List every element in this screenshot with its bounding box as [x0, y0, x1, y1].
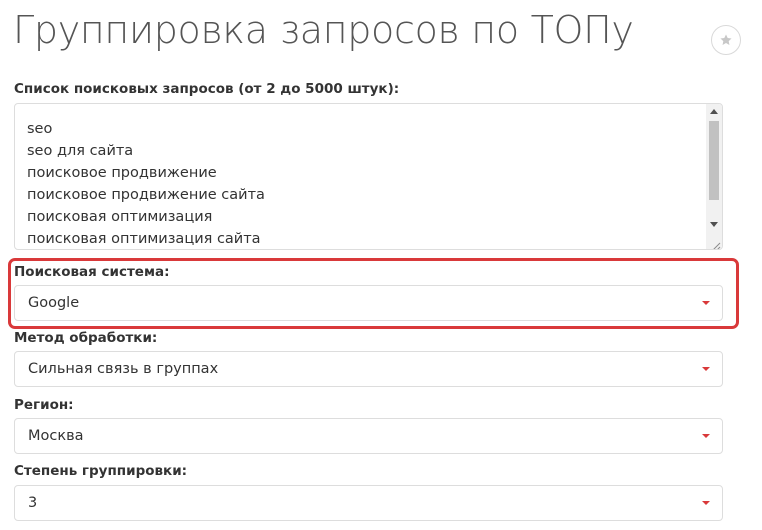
queries-textarea[interactable]: seo seo для сайта поисковое продвижение … [14, 103, 723, 250]
search-engine-label: Поисковая система: [14, 264, 170, 280]
query-line: seo [27, 121, 53, 137]
search-engine-value: Google [28, 295, 80, 311]
favorite-button[interactable] [711, 25, 741, 55]
method-value: Сильная связь в группах [28, 361, 219, 377]
method-label: Метод обработки: [14, 330, 158, 346]
chevron-down-icon [702, 367, 710, 371]
chevron-down-icon [702, 434, 710, 438]
grouping-level-select[interactable]: 3 [14, 485, 723, 521]
method-select[interactable]: Сильная связь в группах [14, 351, 723, 387]
query-line: поисковая оптимизация [27, 209, 213, 225]
resize-grip-icon[interactable] [711, 238, 721, 249]
star-icon [719, 33, 733, 47]
grouping-level-label: Степень группировки: [14, 463, 188, 479]
region-select[interactable]: Москва [14, 418, 723, 454]
chevron-down-icon [702, 501, 710, 505]
query-line: поисковая оптимизация сайта [27, 231, 261, 247]
region-value: Москва [28, 428, 84, 444]
grouping-level-value: 3 [28, 495, 38, 511]
search-engine-select[interactable]: Google [14, 285, 723, 321]
scroll-up-icon[interactable] [710, 109, 718, 114]
chevron-down-icon [702, 301, 710, 305]
scroll-down-icon[interactable] [710, 222, 718, 227]
query-line: seo для сайта [27, 143, 134, 159]
query-line: поисковое продвижение [27, 165, 217, 181]
query-line: поисковое продвижение сайта [27, 187, 265, 203]
region-label: Регион: [14, 397, 74, 413]
scroll-thumb[interactable] [709, 121, 719, 200]
queries-list: seo seo для сайта поисковое продвижение … [27, 118, 265, 249]
textarea-scrollbar[interactable] [706, 104, 722, 249]
page-title: Группировка запросов по ТОПу [13, 8, 634, 52]
queries-label: Список поисковых запросов (от 2 до 5000 … [14, 81, 400, 97]
